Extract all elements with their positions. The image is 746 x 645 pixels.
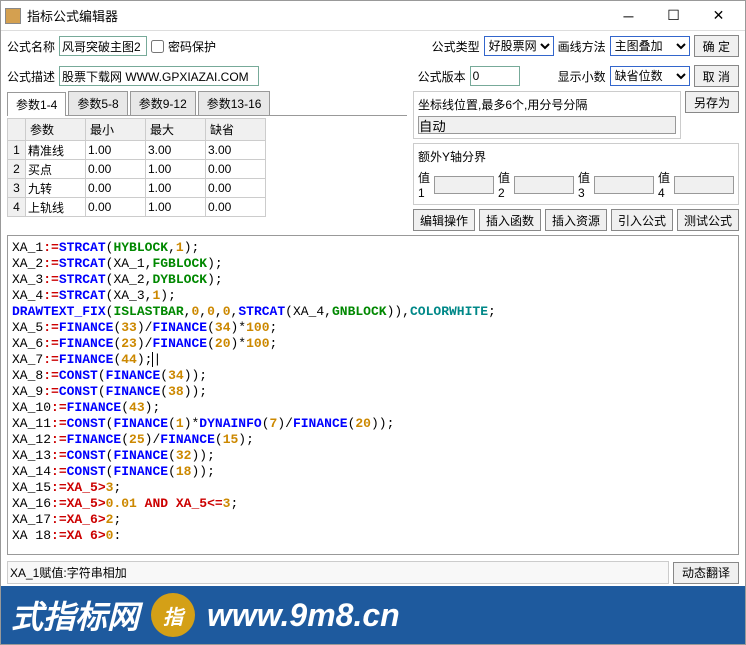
- param-def-input[interactable]: [206, 179, 262, 197]
- tab-params-13-16[interactable]: 参数13-16: [198, 91, 271, 115]
- formula-version-input[interactable]: [470, 66, 520, 86]
- param-name-input[interactable]: [26, 198, 82, 216]
- edit-op-button[interactable]: 编辑操作: [413, 209, 475, 231]
- param-max-input[interactable]: [146, 198, 202, 216]
- param-max-input[interactable]: [146, 160, 202, 178]
- test-formula-button[interactable]: 测试公式: [677, 209, 739, 231]
- param-name-input[interactable]: [26, 179, 82, 197]
- decimals-select[interactable]: 缺省位数: [610, 66, 690, 86]
- cancel-button[interactable]: 取 消: [694, 65, 739, 87]
- footer-logo-icon: 指: [151, 593, 195, 637]
- insert-func-button[interactable]: 插入函数: [479, 209, 541, 231]
- dynamic-translate-button[interactable]: 动态翻译: [673, 562, 739, 584]
- formula-desc-input[interactable]: [59, 66, 259, 86]
- table-row: 2: [8, 160, 266, 179]
- formula-name-input[interactable]: [59, 36, 147, 56]
- maximize-button[interactable]: ☐: [651, 2, 696, 30]
- param-min-input[interactable]: [86, 198, 142, 216]
- axis-label: 额外Y轴分界: [418, 148, 734, 165]
- coord-label: 坐标线位置,最多6个,用分号分隔: [418, 96, 676, 113]
- status-text: XA_1赋值:字符串相加: [7, 561, 669, 584]
- param-min-input[interactable]: [86, 179, 142, 197]
- password-label: 密码保护: [168, 38, 216, 55]
- coord-input[interactable]: [418, 116, 676, 134]
- code-editor[interactable]: XA_1:=STRCAT(HYBLOCK,1);XA_2:=STRCAT(XA_…: [7, 235, 739, 555]
- formula-type-label: 公式类型: [432, 38, 480, 55]
- param-min-input[interactable]: [86, 160, 142, 178]
- footer-banner: 式指标网 指 www.9m8.cn: [1, 586, 745, 644]
- saveas-button[interactable]: 另存为: [685, 91, 739, 113]
- formula-name-label: 公式名称: [7, 38, 55, 55]
- param-min-input[interactable]: [86, 141, 142, 159]
- param-def-input[interactable]: [206, 198, 262, 216]
- draw-method-select[interactable]: 主图叠加: [610, 36, 690, 56]
- password-checkbox[interactable]: [151, 40, 164, 53]
- footer-url: www.9m8.cn: [207, 597, 400, 634]
- axis-v2-input[interactable]: [514, 176, 574, 194]
- decimals-label: 显示小数: [558, 68, 606, 85]
- coord-box: 坐标线位置,最多6个,用分号分隔: [413, 91, 681, 139]
- axis-v3-input[interactable]: [594, 176, 654, 194]
- param-max-input[interactable]: [146, 179, 202, 197]
- app-icon: [5, 8, 21, 24]
- ok-button[interactable]: 确 定: [694, 35, 739, 57]
- tab-params-1-4[interactable]: 参数1-4: [7, 92, 66, 116]
- param-table: 参数 最小 最大 缺省 1234: [7, 118, 266, 217]
- param-tabs: 参数1-4 参数5-8 参数9-12 参数13-16: [7, 91, 407, 116]
- axis-box: 额外Y轴分界 值1 值2 值3 值4: [413, 143, 739, 205]
- window-title: 指标公式编辑器: [27, 6, 606, 25]
- footer-left-text: 式指标网: [11, 592, 139, 638]
- titlebar: 指标公式编辑器 ─ ☐ ✕: [1, 1, 745, 31]
- import-formula-button[interactable]: 引入公式: [611, 209, 673, 231]
- close-button[interactable]: ✕: [696, 2, 741, 30]
- insert-res-button[interactable]: 插入资源: [545, 209, 607, 231]
- table-row: 1: [8, 141, 266, 160]
- axis-v4-input[interactable]: [674, 176, 734, 194]
- param-name-input[interactable]: [26, 141, 82, 159]
- axis-v1-input[interactable]: [434, 176, 494, 194]
- table-row: 3: [8, 179, 266, 198]
- formula-desc-label: 公式描述: [7, 68, 55, 85]
- tab-params-9-12[interactable]: 参数9-12: [130, 91, 196, 115]
- tab-params-5-8[interactable]: 参数5-8: [68, 91, 127, 115]
- formula-type-select[interactable]: 好股票网: [484, 36, 554, 56]
- table-row: 4: [8, 198, 266, 217]
- param-name-input[interactable]: [26, 160, 82, 178]
- param-def-input[interactable]: [206, 141, 262, 159]
- param-max-input[interactable]: [146, 141, 202, 159]
- formula-version-label: 公式版本: [418, 68, 466, 85]
- param-def-input[interactable]: [206, 160, 262, 178]
- draw-method-label: 画线方法: [558, 38, 606, 55]
- minimize-button[interactable]: ─: [606, 2, 651, 30]
